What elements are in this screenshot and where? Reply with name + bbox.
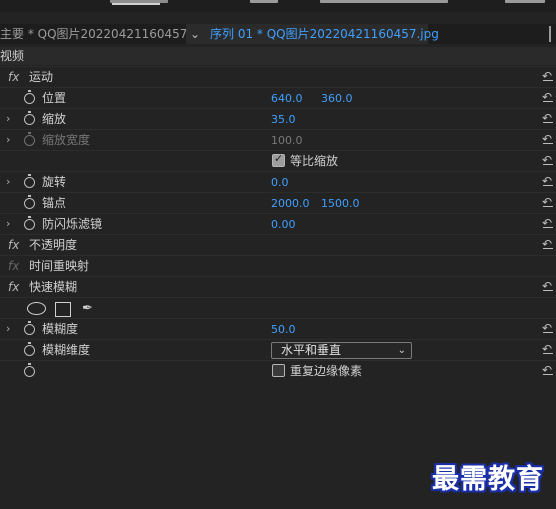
- active-tab-underline: [112, 3, 160, 5]
- reset-icon[interactable]: ↶: [542, 174, 554, 188]
- property-row-scale-width: › 缩放宽度 100.0 ↶: [0, 129, 556, 151]
- property-label: 位置: [42, 91, 67, 105]
- fx-icon[interactable]: fx: [8, 70, 19, 84]
- chevron-down-icon: ⌄: [397, 345, 406, 356]
- chevron-right-icon[interactable]: ›: [6, 322, 10, 335]
- effect-row-opacity[interactable]: fx 不透明度 ↶: [0, 234, 556, 256]
- effect-name: 运动: [29, 70, 54, 84]
- uniform-scale-checkbox[interactable]: [272, 152, 285, 167]
- ellipse-mask-icon[interactable]: [27, 302, 46, 315]
- header-fragment: [320, 0, 448, 3]
- effect-row-time-remap[interactable]: fx 时间重映射: [0, 255, 556, 277]
- header-fragment: [250, 0, 278, 3]
- tab-sequence-clip[interactable]: ⌄ 序列 01 * QQ图片20220421160457.jpg: [186, 24, 439, 44]
- property-label: 防闪烁滤镜: [42, 217, 103, 231]
- property-label: 模糊维度: [42, 343, 91, 357]
- rotation-value[interactable]: 0.0: [271, 172, 289, 193]
- property-row-anti-flicker: › 防闪烁滤镜 0.00 ↶: [0, 213, 556, 235]
- header-fragment: [505, 0, 545, 3]
- property-row-anchor: 锚点 2000.0 1500.0 ↶: [0, 192, 556, 214]
- scale-value[interactable]: 35.0: [271, 109, 296, 130]
- property-row-blur-dimensions: 模糊维度 水平和垂直 ⌄ ↶: [0, 339, 556, 361]
- reset-icon[interactable]: ↶: [542, 69, 554, 83]
- anti-flicker-value[interactable]: 0.00: [271, 214, 296, 235]
- stopwatch-icon[interactable]: [24, 174, 35, 188]
- property-row-rotation: › 旋转 0.0 ↶: [0, 171, 556, 193]
- reset-icon[interactable]: ↶: [542, 342, 554, 356]
- fx-icon[interactable]: fx: [8, 280, 19, 294]
- chevron-down-icon[interactable]: ⌄: [190, 27, 200, 41]
- effect-row-motion[interactable]: fx 运动 ↶: [0, 66, 556, 88]
- property-label: 锚点: [42, 196, 67, 210]
- blurriness-value[interactable]: 50.0: [271, 319, 296, 340]
- reset-icon[interactable]: ↶: [542, 153, 554, 167]
- anchor-x-value[interactable]: 2000.0: [271, 193, 310, 214]
- chevron-right-icon[interactable]: ›: [6, 217, 10, 230]
- effect-row-fast-blur[interactable]: fx 快速模糊 ↶: [0, 276, 556, 298]
- effect-controls-panel: fx 运动 ↶ 位置 640.0 360.0 ↶ › 缩放 35.0 ↶ › 缩…: [0, 66, 556, 509]
- property-label: 缩放: [42, 112, 67, 126]
- stopwatch-icon[interactable]: [24, 342, 35, 356]
- stopwatch-icon[interactable]: [24, 90, 35, 104]
- property-row-scale: › 缩放 35.0 ↶: [0, 108, 556, 130]
- video-section-header: 视频: [0, 47, 556, 65]
- stopwatch-icon: [24, 132, 35, 146]
- reset-icon[interactable]: ↶: [542, 279, 554, 293]
- source-tab-bar: 主要 * QQ图片20220421160457.jpg ⌄ 序列 01 * QQ…: [0, 24, 556, 44]
- stopwatch-icon[interactable]: [24, 321, 35, 335]
- stopwatch-icon[interactable]: [24, 216, 35, 230]
- property-row-blurriness: › 模糊度 50.0 ↶: [0, 318, 556, 340]
- reset-icon[interactable]: ↶: [542, 90, 554, 104]
- reset-icon[interactable]: ↶: [542, 195, 554, 209]
- reset-icon[interactable]: ↶: [542, 111, 554, 125]
- pen-mask-icon[interactable]: ✒: [82, 298, 93, 319]
- play-marker-icon: [549, 26, 554, 42]
- rectangle-mask-icon[interactable]: [55, 302, 71, 317]
- select-value: 水平和垂直: [281, 343, 342, 357]
- repeat-edge-label: 重复边缘像素: [290, 364, 363, 378]
- reset-icon[interactable]: ↶: [542, 237, 554, 251]
- reset-icon[interactable]: ↶: [542, 321, 554, 335]
- property-row-uniform-scale: 等比缩放 ↶: [0, 150, 556, 172]
- repeat-edge-checkbox[interactable]: [272, 364, 285, 377]
- fx-icon: fx: [8, 259, 20, 273]
- top-header-strip: [0, 0, 556, 12]
- reset-icon[interactable]: ↶: [542, 132, 554, 146]
- anchor-y-value[interactable]: 1500.0: [321, 193, 360, 214]
- stopwatch-icon[interactable]: [24, 195, 35, 209]
- section-label: 视频: [0, 49, 25, 63]
- stopwatch-icon[interactable]: [24, 111, 35, 125]
- tab-source-clip[interactable]: 主要 * QQ图片20220421160457.jpg: [0, 24, 210, 44]
- stopwatch-icon[interactable]: [24, 363, 35, 377]
- effect-name: 快速模糊: [29, 280, 78, 294]
- chevron-right-icon[interactable]: ›: [6, 133, 10, 146]
- effect-name: 不透明度: [29, 238, 78, 252]
- scale-width-value: 100.0: [271, 134, 303, 147]
- property-label: 模糊度: [42, 322, 79, 336]
- effect-name: 时间重映射: [29, 259, 90, 273]
- fx-icon[interactable]: fx: [8, 238, 19, 252]
- property-label: 缩放宽度: [42, 133, 91, 147]
- blur-dimensions-select[interactable]: 水平和垂直 ⌄: [271, 342, 412, 359]
- watermark-logo: 最需教育: [432, 464, 544, 495]
- tab-sequence-label: 序列 01 * QQ图片20220421160457.jpg: [210, 27, 439, 41]
- reset-icon[interactable]: ↶: [542, 363, 554, 377]
- uniform-scale-label: 等比缩放: [290, 154, 339, 168]
- position-x-value[interactable]: 640.0: [271, 88, 303, 109]
- property-row-repeat-edge: 重复边缘像素 ↶: [0, 360, 556, 382]
- position-y-value[interactable]: 360.0: [321, 88, 353, 109]
- mask-tools-row: ✒: [0, 297, 556, 319]
- chevron-right-icon[interactable]: ›: [6, 175, 10, 188]
- property-label: 旋转: [42, 175, 67, 189]
- chevron-right-icon[interactable]: ›: [6, 112, 10, 125]
- reset-icon[interactable]: ↶: [542, 216, 554, 230]
- property-row-position: 位置 640.0 360.0 ↶: [0, 87, 556, 109]
